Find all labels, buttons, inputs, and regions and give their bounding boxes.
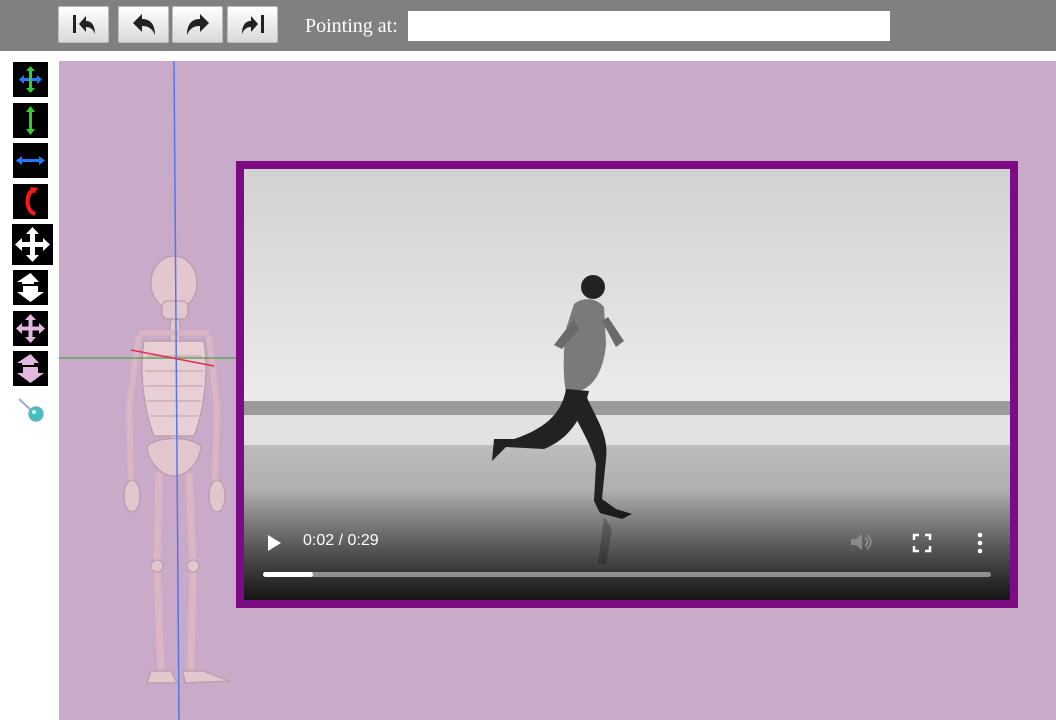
tool-move-xy[interactable] [13, 62, 48, 97]
more-options-icon[interactable] [974, 531, 986, 555]
tool-move-vertical[interactable] [13, 103, 48, 138]
move-depth-white-icon [13, 270, 48, 305]
move-all-pink-icon [13, 311, 48, 346]
redo-all-icon [241, 14, 264, 34]
video-progress-bar[interactable] [263, 572, 991, 577]
video-time: 0:02 / 0:29 [303, 532, 379, 549]
tool-move-all-white[interactable] [12, 224, 53, 265]
undo-all-icon [72, 14, 95, 34]
pin-icon [13, 392, 48, 427]
play-icon[interactable] [265, 533, 283, 553]
video-frame: 0:02 / 0:29 [236, 161, 1018, 608]
redo-icon [186, 13, 209, 35]
tool-pin[interactable] [13, 392, 48, 427]
video-progress-fill [263, 572, 314, 577]
rotate-icon [13, 184, 48, 219]
redo-all-button[interactable] [227, 6, 278, 43]
tool-move-depth-pink[interactable] [13, 351, 48, 386]
undo-icon [132, 13, 155, 35]
redo-button[interactable] [172, 6, 223, 43]
top-toolbar: Pointing at: [0, 0, 1056, 51]
move-horizontal-icon [13, 143, 48, 178]
tool-move-depth-white[interactable] [13, 270, 48, 305]
fullscreen-icon[interactable] [912, 533, 932, 553]
undo-button[interactable] [118, 6, 169, 43]
move-all-white-icon [12, 224, 53, 265]
tool-move-all-pink[interactable] [13, 311, 48, 346]
pointing-at-field[interactable] [408, 11, 890, 41]
move-vertical-icon [13, 103, 48, 138]
tool-rotate[interactable] [13, 184, 48, 219]
tool-move-horizontal[interactable] [13, 143, 48, 178]
move-xy-icon [13, 62, 48, 97]
pointing-at-label: Pointing at: [305, 15, 398, 37]
volume-icon[interactable] [849, 531, 873, 553]
move-depth-pink-icon [13, 351, 48, 386]
video-player[interactable]: 0:02 / 0:29 [244, 169, 1010, 600]
undo-all-button[interactable] [58, 6, 109, 43]
